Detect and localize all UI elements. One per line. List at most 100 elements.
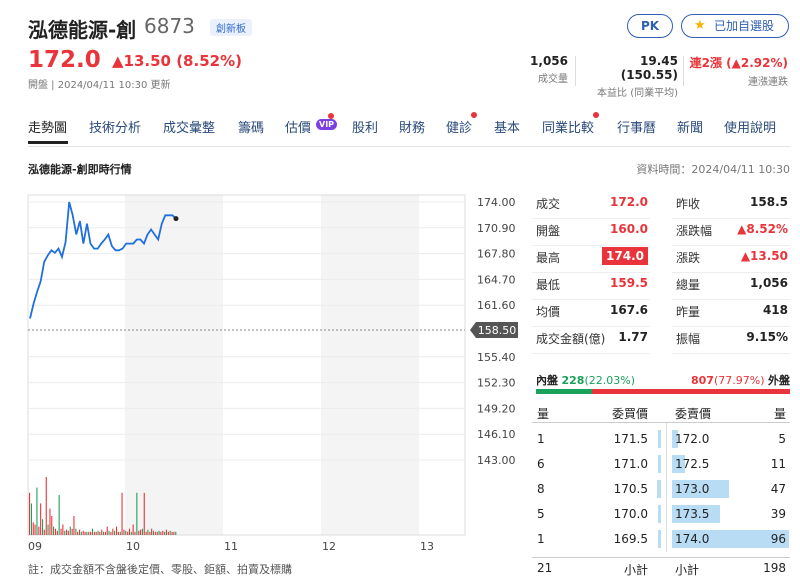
volume-bar [90, 531, 92, 535]
volume-bar [175, 531, 177, 535]
bid-depth-bar [658, 430, 661, 448]
volume-bar [36, 487, 38, 535]
tab-valuation[interactable]: 估價 [285, 117, 311, 136]
bid-depth-bar [657, 480, 661, 498]
quote-row: 成交金額(億) 1.77 [532, 327, 650, 354]
tab-trend[interactable]: 走勢圖 [28, 117, 67, 136]
orderbook-row: 1 169.5 174.0 96 [532, 529, 790, 554]
inner-outer-bar [536, 389, 790, 394]
volume-bar [56, 530, 58, 535]
volume-bar [130, 531, 132, 535]
volume-bar [127, 531, 129, 535]
bid-depth-bar [658, 530, 661, 548]
y-tick-label: 152.30 [477, 377, 516, 390]
tab-trades[interactable]: 成交彙整 [163, 117, 215, 136]
orderbook-ask-price: 174.0 [675, 532, 710, 546]
orderbook-bid-qty: 5 [537, 507, 545, 521]
volume-bar [51, 516, 53, 535]
volume-bar [58, 494, 60, 535]
tab-basic[interactable]: 基本 [494, 117, 520, 136]
stock-code: 6873 [144, 14, 195, 38]
volume-bar [104, 531, 106, 535]
quote-value: ▲13.50 [740, 249, 788, 263]
header-bid-price: 委買價 [611, 407, 648, 421]
inner-bar-fill [536, 389, 592, 394]
inner-value: 228 [561, 374, 585, 387]
volume-bar [54, 528, 56, 535]
orderbook-bid-price: 171.0 [613, 457, 648, 471]
x-tick-label: 13 [420, 540, 434, 553]
orderbook-bid-qty: 8 [537, 482, 545, 496]
notification-dot [593, 112, 599, 118]
board-badge[interactable]: 創新板 [210, 19, 252, 36]
stat-value: 19.45 (150.55) [620, 54, 678, 82]
orderbook-row: 1 171.5 172.0 5 [532, 429, 790, 454]
orderbook-row: 5 170.0 173.5 39 [532, 504, 790, 529]
volume-bar [114, 530, 116, 535]
header-ask-qty: 量 [773, 407, 786, 421]
y-tick-label: 174.00 [477, 196, 516, 209]
inner-pct: (22.03%) [584, 374, 635, 387]
tab-technical[interactable]: 技術分析 [89, 117, 141, 136]
volume-bar [97, 530, 99, 535]
stat-pe: 19.45 (150.55) 本益比 (同業平均) [580, 54, 678, 99]
volume-bar [106, 526, 108, 535]
tab-finance[interactable]: 財務 [399, 117, 425, 136]
reference-price-label: 158.50 [478, 324, 517, 337]
ask-total-label: 小計 [675, 563, 700, 577]
bid-depth-bar [658, 455, 661, 473]
volume-bar [164, 531, 166, 535]
quote-label: 成交 [536, 197, 561, 211]
intraday-chart[interactable]: 174.00 170.90 167.80 164.70 161.60 155.40 152.… [0, 186, 530, 558]
stat-streak: 連2漲 (▲2.92%) 連漲連跌 [688, 54, 788, 88]
quote-label: 總量 [676, 278, 701, 292]
tab-peer[interactable]: 同業比較 [542, 117, 594, 136]
tab-health[interactable]: 健診 [446, 117, 472, 136]
orderbook-bid-price: 169.5 [613, 532, 648, 546]
tab-active-underline [28, 141, 68, 144]
vip-badge: VIP [316, 119, 338, 130]
divider [575, 56, 576, 86]
last-price-dot [173, 216, 179, 222]
tab-calendar[interactable]: 行事曆 [617, 117, 656, 136]
tab-news[interactable]: 新聞 [677, 117, 703, 136]
y-tick-label: 143.00 [477, 454, 516, 467]
tab-help[interactable]: 使用說明 [724, 117, 776, 136]
watchlist-button[interactable]: ★ 已加自選股 [681, 14, 789, 38]
header-bid-qty: 量 [537, 407, 550, 421]
volume-bar [162, 530, 164, 535]
volume-bar [152, 530, 154, 535]
volume-bar [53, 526, 55, 535]
pk-button[interactable]: PK [627, 14, 673, 38]
stat-label: 連漲連跌 [748, 77, 788, 88]
orderbook-ask-price: 173.5 [675, 507, 710, 521]
outer-pct: (77.97%) [713, 374, 765, 387]
outer-label: 外盤 [768, 374, 790, 387]
volume-bar [125, 530, 127, 535]
volume-bar [128, 528, 130, 535]
volume-bar [160, 531, 162, 535]
quote-value: ▲8.52% [737, 222, 788, 236]
orderbook-ask-qty: 47 [770, 482, 786, 496]
volume-bar [143, 492, 145, 535]
bid-total: 21 [537, 561, 553, 575]
volume-bar [47, 524, 49, 535]
tab-dividend[interactable]: 股利 [352, 117, 378, 136]
volume-bar [138, 530, 140, 535]
volume-bar [108, 530, 110, 535]
volume-bar [84, 531, 86, 535]
quote-label: 開盤 [536, 224, 561, 238]
quote-label: 均價 [536, 305, 561, 319]
outer-value: 807 [691, 374, 714, 387]
orderbook-ask-qty: 5 [778, 432, 786, 446]
volume-bar [71, 528, 73, 535]
volume-bar [43, 529, 45, 535]
volume-bar [32, 522, 34, 535]
quote-label: 昨量 [676, 305, 701, 319]
quote-label: 漲跌幅 [676, 224, 713, 238]
volume-bar [42, 519, 44, 535]
orderbook-bid-price: 170.5 [613, 482, 648, 496]
tab-chips[interactable]: 籌碼 [238, 117, 264, 136]
quote-value: 1,056 [750, 276, 788, 290]
bid-total-label: 小計 [623, 563, 648, 577]
